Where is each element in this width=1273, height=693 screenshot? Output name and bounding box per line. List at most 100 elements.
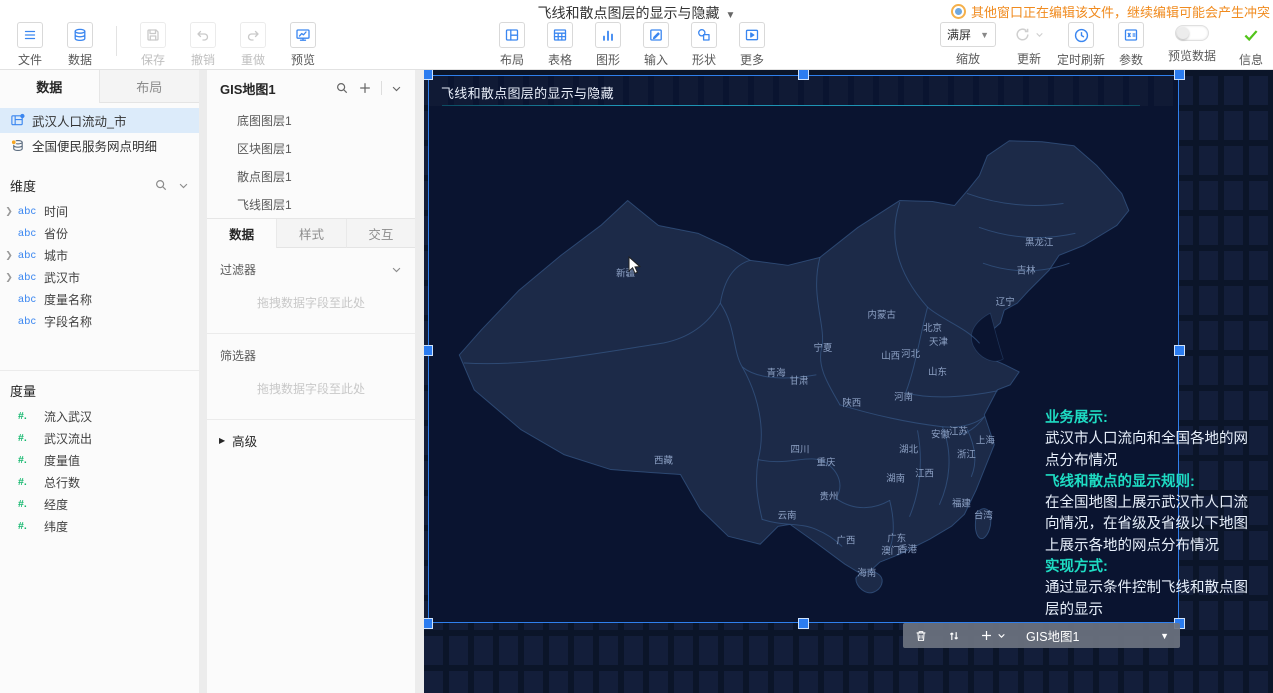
measure-item-4[interactable]: #. 经度 xyxy=(0,493,199,515)
text-annotation-widget[interactable]: 业务展示: 武汉市人口流向和全国各地的网 点分布情况 飞线和散点的显示规则: 在全国地图… xyxy=(1045,408,1267,621)
parameters-label: 参数 xyxy=(1118,53,1143,67)
toolbar-separator xyxy=(116,26,117,56)
annotation-line-9: 层的显示 xyxy=(1045,601,1103,618)
data-panel-tab-1[interactable]: 布局 xyxy=(99,70,199,103)
reorder-icon[interactable] xyxy=(947,629,961,643)
chevron-down-icon[interactable]: ▼ xyxy=(1160,631,1169,641)
dimension-label: 城市 xyxy=(44,248,69,263)
resize-handle-bottom-left[interactable] xyxy=(424,619,432,628)
expand-arrow-icon[interactable]: ❯ xyxy=(0,250,18,261)
annotation-line-8: 通过显示条件控制飞线和散点图 xyxy=(1045,580,1248,597)
search-icon[interactable] xyxy=(154,178,168,192)
layer-config-tab-2[interactable]: 交互 xyxy=(345,219,415,248)
expand-arrow-icon[interactable]: ❯ xyxy=(0,206,18,217)
layer-panel-title: GIS地图1 xyxy=(220,81,276,97)
filter-section-label: 过滤器 xyxy=(220,262,257,277)
tool-button-0[interactable]: 文件 xyxy=(10,22,50,68)
insert-button-4[interactable]: 形状 xyxy=(684,22,724,68)
chevron-down-icon[interactable] xyxy=(178,180,189,191)
tool-button-3[interactable]: 撤销 xyxy=(183,22,223,68)
advanced-section-toggle[interactable]: ▶ 高级 xyxy=(207,420,415,460)
measure-label: 经度 xyxy=(44,497,69,512)
measure-item-3[interactable]: #. 总行数 xyxy=(0,471,199,493)
trash-icon[interactable] xyxy=(914,629,928,643)
chevron-down-icon[interactable] xyxy=(391,83,402,94)
add-widget-button[interactable] xyxy=(980,629,1006,642)
resize-handle-top-right[interactable] xyxy=(1175,70,1184,79)
annotation-line-1: 武汉市人口流向和全国各地的网 xyxy=(1045,431,1248,448)
filter-section-header[interactable]: 过滤器 xyxy=(220,256,402,282)
zoom-select[interactable]: 满屏 ▼ xyxy=(940,22,996,47)
check-icon[interactable] xyxy=(1242,22,1260,47)
layer-panel-header: GIS地图1 xyxy=(207,70,415,106)
layer-item-0[interactable]: 底图图层1 xyxy=(207,106,415,134)
layer-config-tab-1[interactable]: 样式 xyxy=(276,219,346,248)
add-layer-icon[interactable] xyxy=(358,81,372,95)
info-control: 信息 xyxy=(1233,22,1269,68)
measure-item-0[interactable]: #. 流入武汉 xyxy=(0,405,199,427)
resize-handle-middle-left[interactable] xyxy=(424,346,432,355)
resize-handle-top-left[interactable] xyxy=(424,70,432,79)
dimension-item-3[interactable]: ❯ abc 武汉市 xyxy=(0,266,199,288)
tool-button-5[interactable]: 预览 xyxy=(283,22,323,68)
dimension-label: 时间 xyxy=(44,204,69,219)
refresh-icon[interactable] xyxy=(1014,22,1044,47)
insert-button-2[interactable]: 图形 xyxy=(588,22,628,68)
dimension-item-1[interactable]: abc 省份 xyxy=(0,222,199,244)
timed-refresh-button[interactable]: 定时刷新 xyxy=(1057,22,1105,68)
insert-button-3[interactable]: 输入 xyxy=(636,22,676,68)
province-label-33: 海南 xyxy=(857,567,876,579)
layer-item-1[interactable]: 区块图层1 xyxy=(207,134,415,162)
dataset-item-0[interactable]: 武汉人口流动_市 xyxy=(0,108,199,133)
layer-config-tab-0[interactable]: 数据 xyxy=(207,219,277,248)
screen-dropzone[interactable]: 拖拽数据字段至此处 xyxy=(220,380,402,397)
tool-button-4[interactable]: 重做 xyxy=(233,22,273,68)
tool-button-1[interactable]: 数据 xyxy=(60,22,100,68)
dataset-item-1[interactable]: 全国便民服务网点明细 xyxy=(0,133,199,158)
dimension-item-4[interactable]: abc 度量名称 xyxy=(0,288,199,310)
measure-list: #. 流入武汉 #. 武汉流出 #. 度量值 #. 总行数 #. 经度 #. 纬度 xyxy=(0,405,199,537)
province-label-5: 内蒙古 xyxy=(868,309,896,321)
number-field-icon: #. xyxy=(18,520,27,532)
province-label-24: 江西 xyxy=(915,469,934,480)
panel-divider[interactable] xyxy=(199,70,207,693)
resize-handle-top-center[interactable] xyxy=(799,70,808,79)
widget-toolbar-title[interactable]: GIS地图1 xyxy=(1026,626,1160,645)
measure-item-5[interactable]: #. 纬度 xyxy=(0,515,199,537)
menu-icon xyxy=(17,22,43,48)
resize-handle-middle-right[interactable] xyxy=(1175,346,1184,355)
widget-toolbar: GIS地图1 ▼ xyxy=(903,623,1180,648)
tool-label: 数据 xyxy=(67,53,92,67)
insert-button-0[interactable]: 布局 xyxy=(492,22,532,68)
resize-handle-bottom-center[interactable] xyxy=(799,619,808,628)
layer-item-3[interactable]: 飞线图层1 xyxy=(207,190,415,218)
search-icon[interactable] xyxy=(335,81,349,95)
preview-icon xyxy=(290,22,316,48)
text-field-icon: abc xyxy=(18,271,37,283)
preview-data-control: 预览数据 xyxy=(1161,22,1223,64)
zoom-control: 满屏 ▼ 缩放 xyxy=(939,22,997,67)
dimension-item-0[interactable]: ❯ abc 时间 xyxy=(0,200,199,222)
measure-item-2[interactable]: #. 度量值 xyxy=(0,449,199,471)
measure-item-1[interactable]: #. 武汉流出 xyxy=(0,427,199,449)
dimension-item-2[interactable]: ❯ abc 城市 xyxy=(0,244,199,266)
screen-section-header[interactable]: 筛选器 xyxy=(220,342,402,368)
filter-dropzone[interactable]: 拖拽数据字段至此处 xyxy=(220,294,402,311)
number-field-icon: #. xyxy=(18,498,27,510)
dimension-item-5[interactable]: abc 字段名称 xyxy=(0,310,199,332)
toolbar-left-group: 文件 数据 保存 撤销 重做 预览 xyxy=(10,22,323,68)
data-panel-tab-0[interactable]: 数据 xyxy=(0,70,100,103)
insert-button-1[interactable]: 表格 xyxy=(540,22,580,68)
insert-label: 形状 xyxy=(691,53,716,67)
insert-button-5[interactable]: 更多 xyxy=(732,22,772,68)
parameters-button[interactable]: 参数 xyxy=(1111,22,1151,68)
province-label-11: 河北 xyxy=(901,348,920,360)
tool-button-2[interactable]: 保存 xyxy=(133,22,173,68)
panel-divider[interactable] xyxy=(415,70,424,693)
insert-label: 更多 xyxy=(739,53,764,67)
layer-item-2[interactable]: 散点图层1 xyxy=(207,162,415,190)
expand-arrow-icon[interactable]: ❯ xyxy=(0,272,18,283)
input-icon xyxy=(643,22,669,48)
dashboard-canvas[interactable]: 新疆 西藏 青海 甘肃 宁夏 内蒙古 黑龙江 吉林 辽宁 北京 天津 河北 山西 山东 河南 陕西 四川 重庆 湖北… xyxy=(424,70,1273,693)
preview-data-toggle[interactable] xyxy=(1175,25,1209,41)
